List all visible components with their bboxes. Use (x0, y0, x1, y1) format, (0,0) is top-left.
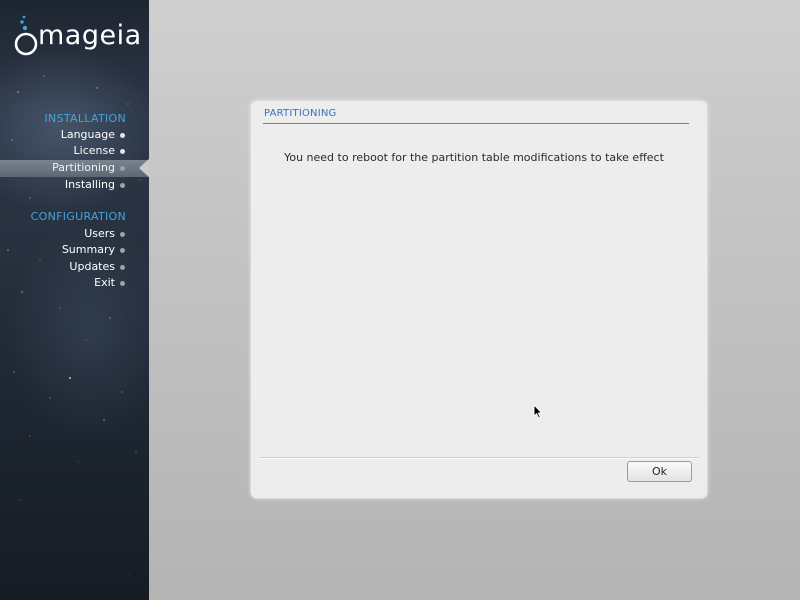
step-pending-dot-icon (120, 166, 125, 171)
sidebar-item-updates[interactable]: Updates (0, 259, 149, 275)
dialog-title: PARTITIONING (264, 108, 337, 119)
sidebar-item-language[interactable]: Language (0, 127, 149, 143)
sidebar-item-installing[interactable]: Installing (0, 177, 149, 193)
partitioning-dialog: PARTITIONING You need to reboot for the … (251, 101, 707, 498)
installer-screen: mageia INSTALLATION Language License Par… (0, 0, 800, 600)
sidebar-item-label: Installing (64, 178, 115, 191)
reboot-message: You need to reboot for the partition tab… (284, 151, 664, 164)
mouse-pointer-icon (533, 404, 543, 419)
sidebar-item-label: Exit (94, 276, 115, 289)
sidebar-item-users[interactable]: Users (0, 226, 149, 242)
step-pending-dot-icon (120, 232, 125, 237)
title-divider (263, 123, 689, 124)
sidebar-item-summary[interactable]: Summary (0, 242, 149, 258)
step-pending-dot-icon (120, 281, 125, 286)
starfield-background (7, 75, 141, 576)
sidebar-item-label: Users (84, 227, 115, 240)
ok-button[interactable]: Ok (627, 461, 692, 482)
step-pending-dot-icon (120, 248, 125, 253)
step-pending-dot-icon (120, 265, 125, 270)
sidebar-item-label: License (73, 144, 115, 157)
sidebar-item-label: Summary (61, 243, 115, 256)
sidebar-item-label: Language (60, 128, 115, 141)
sidebar-item-license[interactable]: License (0, 143, 149, 159)
sidebar: mageia INSTALLATION Language License Par… (0, 0, 149, 600)
step-pending-dot-icon (120, 183, 125, 188)
step-done-dot-icon (120, 133, 125, 138)
sidebar-item-exit[interactable]: Exit (0, 275, 149, 291)
sidebar-item-partitioning[interactable]: Partitioning (0, 160, 149, 177)
active-step-arrow-icon (139, 158, 149, 178)
sidebar-item-label: Updates (69, 260, 115, 273)
step-done-dot-icon (120, 149, 125, 154)
logo-wordmark: mageia (38, 20, 142, 51)
section-heading-configuration: CONFIGURATION (30, 210, 126, 223)
footer-divider (259, 457, 699, 459)
sidebar-item-label: Partitioning (52, 161, 115, 174)
section-heading-installation: INSTALLATION (44, 112, 126, 125)
